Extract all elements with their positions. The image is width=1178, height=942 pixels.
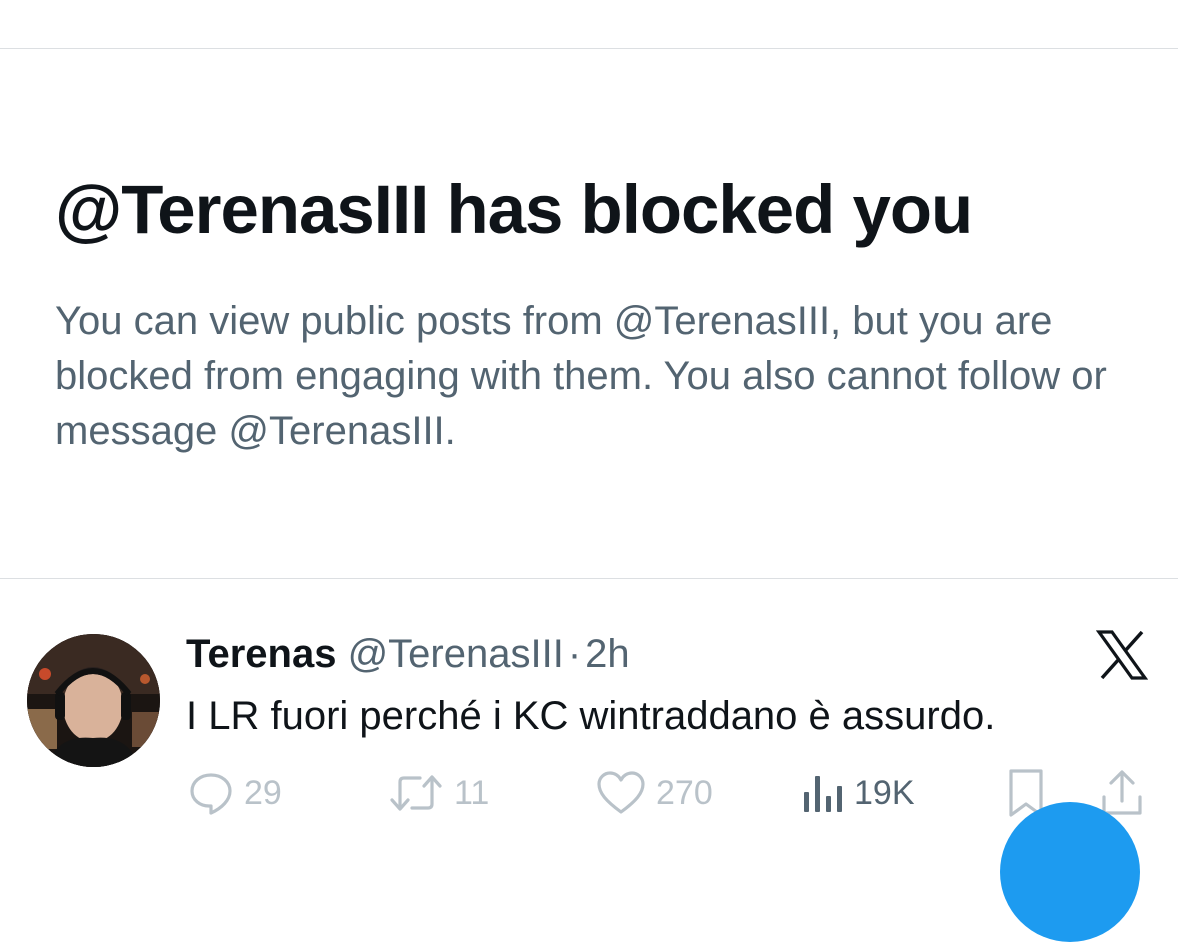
tweet-timestamp[interactable]: 2h xyxy=(585,632,630,676)
author-handle[interactable]: @TerenasIII xyxy=(348,632,564,676)
tweet-text: I LR fuori perché i KC wintraddano è ass… xyxy=(186,694,996,738)
blocked-title: @TerenasIII has blocked you xyxy=(55,171,973,248)
share-upload-icon xyxy=(1102,770,1142,815)
views-button[interactable]: 19K xyxy=(802,768,915,818)
blocked-description: You can view public posts from @TerenasI… xyxy=(55,299,1107,453)
avatar-photo xyxy=(27,634,160,767)
top-divider xyxy=(0,48,1178,49)
speech-bubble-icon xyxy=(190,773,232,815)
reply-count: 29 xyxy=(244,773,282,812)
like-count: 270 xyxy=(656,773,713,812)
views-count: 19K xyxy=(854,773,915,812)
x-logo-icon xyxy=(1095,630,1149,680)
author-name[interactable]: Terenas xyxy=(186,632,336,676)
compose-button[interactable] xyxy=(1000,802,1140,942)
retweet-button[interactable]: 11 xyxy=(388,768,489,818)
tweet-header: Terenas @TerenasIII · 2h xyxy=(186,626,630,682)
bar-chart-icon xyxy=(804,776,842,812)
section-divider xyxy=(0,578,1178,579)
share-button[interactable] xyxy=(1100,768,1144,818)
header-separator: · xyxy=(567,632,582,676)
retweet-arrows-icon xyxy=(390,775,442,811)
heart-icon xyxy=(597,771,645,814)
avatar[interactable] xyxy=(27,634,160,767)
reply-button[interactable]: 29 xyxy=(188,768,282,818)
like-button[interactable]: 270 xyxy=(596,768,713,818)
retweet-count: 11 xyxy=(454,773,490,812)
